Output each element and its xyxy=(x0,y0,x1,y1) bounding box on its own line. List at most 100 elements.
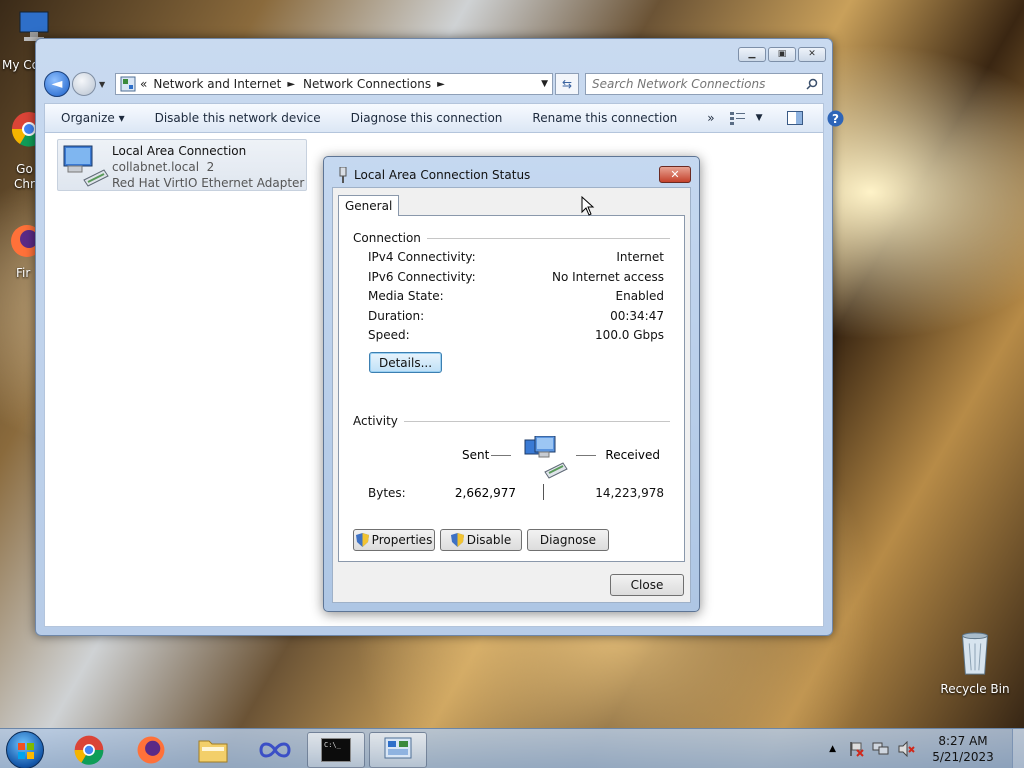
activity-group-label: Activity xyxy=(353,414,404,428)
taskbar-chrome[interactable] xyxy=(60,732,118,768)
volume-muted-icon[interactable] xyxy=(898,741,916,757)
search-icon xyxy=(806,78,818,90)
desktop-icon-label: Fir xyxy=(16,266,31,280)
refresh-button[interactable]: ⇆ xyxy=(555,73,579,95)
address-overflow[interactable]: « xyxy=(140,77,147,91)
control-panel-icon xyxy=(384,737,412,759)
refresh-icon: ⇆ xyxy=(561,77,573,91)
windows-logo-icon xyxy=(18,743,34,759)
rename-connection-button[interactable]: Rename this connection xyxy=(517,111,692,125)
desktop-icon-recycle-bin[interactable]: Recycle Bin xyxy=(940,630,1010,696)
disable-label: Disable xyxy=(466,533,512,547)
infinity-icon xyxy=(259,742,291,758)
search-box[interactable] xyxy=(585,73,823,95)
dialog-close-button[interactable]: ✕ xyxy=(659,166,691,183)
network-plug-icon xyxy=(339,167,347,183)
diagnose-connection-button[interactable]: Diagnose this connection xyxy=(336,111,518,125)
ipv6-label: IPv6 Connectivity: xyxy=(368,270,476,284)
minimize-button[interactable]: ▁ xyxy=(738,47,766,62)
window-controls: ▁ ▣ ✕ xyxy=(738,47,826,62)
properties-label: Properties xyxy=(371,533,433,547)
network-adapter-icon xyxy=(58,140,112,192)
bytes-sent-value: 2,662,977 xyxy=(454,486,516,500)
taskbar-firefox[interactable] xyxy=(122,732,180,768)
breadcrumb-network-and-internet[interactable]: Network and Internet xyxy=(153,77,281,91)
taskbar-command-prompt[interactable]: C:\_ xyxy=(307,732,365,768)
help-icon[interactable]: ? xyxy=(827,110,844,127)
organize-menu[interactable]: Organize ▾ xyxy=(45,111,140,125)
clock-date: 5/21/2023 xyxy=(932,750,994,764)
chevron-down-icon: ▼ xyxy=(755,113,763,123)
start-button[interactable] xyxy=(6,731,44,768)
view-icon xyxy=(729,112,745,125)
divider xyxy=(543,484,544,500)
back-button[interactable]: ◄ xyxy=(44,71,70,97)
media-state-value: Enabled xyxy=(615,289,665,303)
breadcrumb-network-connections[interactable]: Network Connections xyxy=(303,77,431,91)
network-status-icon[interactable] xyxy=(872,741,890,757)
uac-shield-icon xyxy=(355,533,369,547)
bytes-received-value: 14,223,978 xyxy=(595,486,664,500)
show-desktop-button[interactable] xyxy=(1012,729,1024,768)
folder-icon xyxy=(198,740,228,763)
sent-label: Sent xyxy=(462,448,490,462)
svg-text:C:\_: C:\_ xyxy=(324,741,342,749)
address-bar[interactable]: « Network and Internet ► Network Connect… xyxy=(115,73,553,95)
details-button[interactable]: Details... xyxy=(369,352,442,373)
system-tray: ▲ 8:27 AM 5/21/2023 xyxy=(829,729,1024,768)
network-activity-icon xyxy=(524,436,568,479)
media-state-label: Media State: xyxy=(368,289,444,303)
breadcrumb-separator[interactable]: ► xyxy=(287,79,295,90)
navigation-bar: ◄ ▼ « Network and Internet ► Network Con… xyxy=(44,71,824,97)
connection-name: Local Area Connection xyxy=(112,144,247,158)
desktop-icon-my-computer[interactable]: My Co xyxy=(0,8,49,72)
window-close-button[interactable]: ✕ xyxy=(798,47,826,62)
taskbar-network-connections[interactable] xyxy=(369,732,427,768)
tab-general[interactable]: General xyxy=(338,195,400,216)
close-button[interactable]: Close xyxy=(610,574,684,596)
address-dropdown-icon[interactable]: ▼ xyxy=(541,79,548,89)
chevron-down-icon: ▼ xyxy=(99,79,106,89)
ipv4-value: Internet xyxy=(616,250,664,264)
arrow-left-icon: ◄ xyxy=(51,76,63,92)
desktop-icon-firefox[interactable]: Fir xyxy=(0,222,43,280)
view-controls: ▼ ? xyxy=(729,110,858,127)
desktop-icon-label: My Co xyxy=(2,58,39,72)
taskbar-file-explorer[interactable] xyxy=(184,732,242,768)
recycle-bin-icon xyxy=(962,632,988,675)
taskbar: C:\_ ▲ 8:27 AM 5/21/2023 xyxy=(0,728,1024,768)
chrome-icon xyxy=(74,735,104,765)
connection-group-label: Connection xyxy=(353,231,427,245)
dialog-title: Local Area Connection Status xyxy=(354,168,531,182)
taskbar-app-loop[interactable] xyxy=(246,732,304,768)
change-view-button[interactable]: ▼ xyxy=(729,111,763,125)
divider xyxy=(576,455,596,456)
breadcrumb-separator[interactable]: ► xyxy=(437,79,445,90)
connection-item-local-area[interactable]: Local Area Connection collabnet.local 2 … xyxy=(57,139,307,191)
desktop-icon-label: Go Chr xyxy=(14,162,35,191)
divider xyxy=(399,421,670,422)
more-commands-button[interactable]: » xyxy=(692,111,729,125)
search-input[interactable] xyxy=(592,77,802,91)
properties-button[interactable]: Properties xyxy=(353,529,435,551)
disable-button[interactable]: Disable xyxy=(440,529,522,551)
disable-device-button[interactable]: Disable this network device xyxy=(140,111,336,125)
connection-adapter: Red Hat VirtIO Ethernet Adapter xyxy=(112,176,305,190)
ipv6-value: No Internet access xyxy=(551,270,664,284)
command-bar: Organize ▾ Disable this network device D… xyxy=(44,103,844,133)
preview-pane-icon[interactable] xyxy=(786,111,803,125)
clock[interactable]: 8:27 AM 5/21/2023 xyxy=(928,733,998,765)
forward-button[interactable] xyxy=(72,72,96,96)
action-center-flag-icon[interactable] xyxy=(848,741,864,757)
divider xyxy=(407,238,670,239)
show-hidden-icons-button[interactable]: ▲ xyxy=(829,744,836,754)
terminal-icon: C:\_ xyxy=(321,738,351,762)
clock-time: 8:27 AM xyxy=(938,734,988,748)
connection-status-dialog: Local Area Connection Status ✕ General C… xyxy=(323,156,700,612)
mouse-cursor-icon xyxy=(581,196,595,216)
maximize-button[interactable]: ▣ xyxy=(768,47,796,62)
firefox-icon xyxy=(137,736,165,764)
recent-pages-dropdown[interactable]: ▼ xyxy=(99,80,109,89)
diagnose-button[interactable]: Diagnose xyxy=(527,529,609,551)
desktop-icon-chrome[interactable]: Go Chr xyxy=(0,110,47,191)
